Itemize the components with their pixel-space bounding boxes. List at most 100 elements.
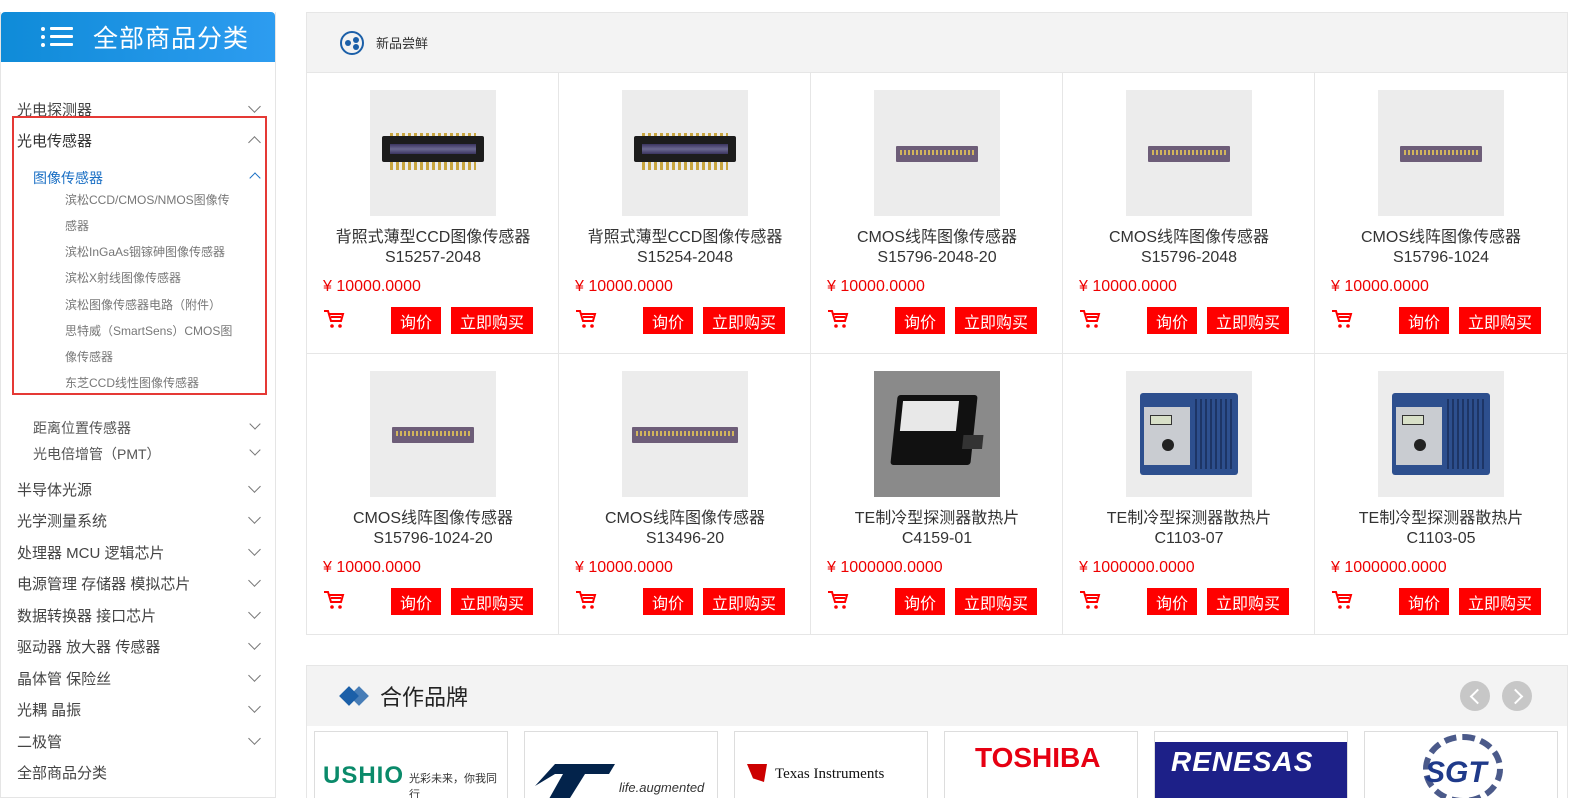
selection-highlight-box	[12, 116, 267, 395]
buy-now-button[interactable]: 立即购买	[1207, 307, 1289, 334]
product-name[interactable]: TE制冷型探测器散热片 C1103-07	[1063, 509, 1315, 549]
cart-icon[interactable]	[1079, 590, 1101, 610]
product-card[interactable]: CMOS线阵图像传感器 S15796-2048-20 ¥ 10000.0000 询…	[811, 73, 1063, 354]
product-price: ¥ 10000.0000	[1331, 278, 1429, 295]
buy-now-button[interactable]: 立即购买	[703, 588, 785, 615]
all-categories-link[interactable]: 全部商品分类	[17, 762, 263, 783]
product-card[interactable]: TE制冷型探测器散热片 C1103-05 ¥ 1000000.0000 询价 立即…	[1315, 354, 1567, 635]
inquiry-button[interactable]: 询价	[895, 588, 945, 615]
buy-now-button[interactable]: 立即购买	[955, 307, 1037, 334]
chevron-down-icon	[248, 700, 261, 713]
sidebar-title: 全部商品分类	[93, 25, 250, 53]
handshake-icon	[340, 685, 368, 707]
brand-logo-text: USHIO	[323, 762, 405, 789]
product-card[interactable]: CMOS线阵图像传感器 S15796-1024-20 ¥ 10000.0000 询…	[307, 354, 559, 635]
list-menu-icon	[41, 24, 73, 50]
buy-now-button[interactable]: 立即购买	[955, 588, 1037, 615]
product-card[interactable]: CMOS线阵图像传感器 S15796-2048 ¥ 10000.0000 询价 立…	[1063, 73, 1315, 354]
chevron-down-icon	[249, 444, 261, 456]
product-card[interactable]: TE制冷型探测器散热片 C4159-01 ¥ 1000000.0000 询价 立即…	[811, 354, 1063, 635]
buy-now-button[interactable]: 立即购买	[703, 307, 785, 334]
sidebar-header[interactable]: 全部商品分类	[1, 12, 275, 62]
brand-logo-ushio[interactable]: USHIO 光彩未来，你我同行	[314, 731, 508, 798]
product-price: ¥ 10000.0000	[323, 559, 421, 576]
inquiry-button[interactable]: 询价	[1399, 588, 1449, 615]
subcategory-item[interactable]: 光电倍增管（PMT）	[33, 444, 263, 464]
brand-logo-renesas[interactable]: RENESAS	[1154, 731, 1348, 798]
category-item[interactable]: 处理器 MCU 逻辑芯片	[17, 542, 263, 563]
buy-now-button[interactable]: 立即购买	[1459, 307, 1541, 334]
product-price: ¥ 10000.0000	[1079, 278, 1177, 295]
brand-logo-st[interactable]: life.augmented	[524, 731, 718, 798]
category-item[interactable]: 驱动器 放大器 传感器	[17, 636, 263, 657]
category-item[interactable]: 电源管理 存储器 模拟芯片	[17, 573, 263, 594]
inquiry-button[interactable]: 询价	[391, 588, 441, 615]
brand-logo-sgt[interactable]: SGT	[1364, 731, 1558, 798]
buy-now-button[interactable]: 立即购买	[451, 307, 533, 334]
product-card[interactable]: 背照式薄型CCD图像传感器 S15254-2048 ¥ 10000.0000 询价…	[559, 73, 811, 354]
inquiry-button[interactable]: 询价	[1147, 588, 1197, 615]
product-card[interactable]: TE制冷型探测器散热片 C1103-07 ¥ 1000000.0000 询价 立即…	[1063, 354, 1315, 635]
cart-icon[interactable]	[1331, 590, 1353, 610]
product-name[interactable]: TE制冷型探测器散热片 C4159-01	[811, 509, 1063, 549]
cart-icon[interactable]	[827, 590, 849, 610]
carousel-prev-button[interactable]	[1460, 681, 1490, 711]
inquiry-button[interactable]: 询价	[643, 588, 693, 615]
cart-icon[interactable]	[1079, 309, 1101, 329]
product-name[interactable]: CMOS线阵图像传感器 S15796-2048-20	[811, 228, 1063, 268]
cart-icon[interactable]	[827, 309, 849, 329]
product-name[interactable]: CMOS线阵图像传感器 S15796-1024-20	[307, 509, 559, 549]
product-card[interactable]: CMOS线阵图像传感器 S13496-20 ¥ 10000.0000 询价 立即购…	[559, 354, 811, 635]
category-item[interactable]: 光耦 晶振	[17, 699, 263, 720]
product-card[interactable]: 背照式薄型CCD图像传感器 S15257-2048 ¥ 10000.0000 询价…	[307, 73, 559, 354]
category-item[interactable]: 半导体光源	[17, 479, 263, 500]
buy-now-button[interactable]: 立即购买	[1459, 588, 1541, 615]
st-logo-mark	[535, 764, 615, 798]
product-image[interactable]	[874, 90, 1000, 216]
brand-logo-text: SGT	[1425, 756, 1487, 789]
carousel-next-button[interactable]	[1502, 681, 1532, 711]
inquiry-button[interactable]: 询价	[1399, 307, 1449, 334]
product-image[interactable]	[622, 90, 748, 216]
chevron-down-icon	[248, 637, 261, 650]
product-name[interactable]: CMOS线阵图像传感器 S15796-1024	[1315, 228, 1567, 268]
product-name[interactable]: 背照式薄型CCD图像传感器 S15257-2048	[307, 228, 559, 268]
subcategory-item[interactable]: 距离位置传感器	[33, 418, 263, 438]
buy-now-button[interactable]: 立即购买	[1207, 588, 1289, 615]
brand-logo-text: RENESAS	[1171, 746, 1314, 777]
cart-icon[interactable]	[575, 309, 597, 329]
buy-now-button[interactable]: 立即购买	[451, 588, 533, 615]
product-image[interactable]	[622, 371, 748, 497]
product-image[interactable]	[370, 371, 496, 497]
product-image[interactable]	[1378, 90, 1504, 216]
brand-logo-toshiba[interactable]: TOSHIBA	[944, 731, 1138, 798]
product-card[interactable]: CMOS线阵图像传感器 S15796-1024 ¥ 10000.0000 询价 立…	[1315, 73, 1567, 354]
product-name[interactable]: 背照式薄型CCD图像传感器 S15254-2048	[559, 228, 811, 268]
category-item[interactable]: 二极管	[17, 731, 263, 752]
product-image[interactable]	[370, 90, 496, 216]
category-item[interactable]: 数据转换器 接口芯片	[17, 605, 263, 626]
brand-logo-ti[interactable]: Texas Instruments	[734, 731, 928, 798]
inquiry-button[interactable]: 询价	[643, 307, 693, 334]
cart-icon[interactable]	[323, 309, 345, 329]
product-price: ¥ 1000000.0000	[1331, 559, 1447, 576]
inquiry-button[interactable]: 询价	[1147, 307, 1197, 334]
inquiry-button[interactable]: 询价	[391, 307, 441, 334]
product-image[interactable]	[874, 371, 1000, 497]
product-name[interactable]: TE制冷型探测器散热片 C1103-05	[1315, 509, 1567, 549]
product-price: ¥ 10000.0000	[323, 278, 421, 295]
ti-logo-mark	[747, 764, 767, 782]
cart-icon[interactable]	[323, 590, 345, 610]
product-name[interactable]: CMOS线阵图像传感器 S15796-2048	[1063, 228, 1315, 268]
category-item[interactable]: 光学测量系统	[17, 510, 263, 531]
cart-icon[interactable]	[1331, 309, 1353, 329]
product-image[interactable]	[1126, 371, 1252, 497]
inquiry-button[interactable]: 询价	[895, 307, 945, 334]
product-name[interactable]: CMOS线阵图像传感器 S13496-20	[559, 509, 811, 549]
category-item[interactable]: 晶体管 保险丝	[17, 668, 263, 689]
cart-icon[interactable]	[575, 590, 597, 610]
chevron-down-icon	[248, 543, 261, 556]
product-image[interactable]	[1378, 371, 1504, 497]
product-price: ¥ 10000.0000	[575, 559, 673, 576]
product-image[interactable]	[1126, 90, 1252, 216]
